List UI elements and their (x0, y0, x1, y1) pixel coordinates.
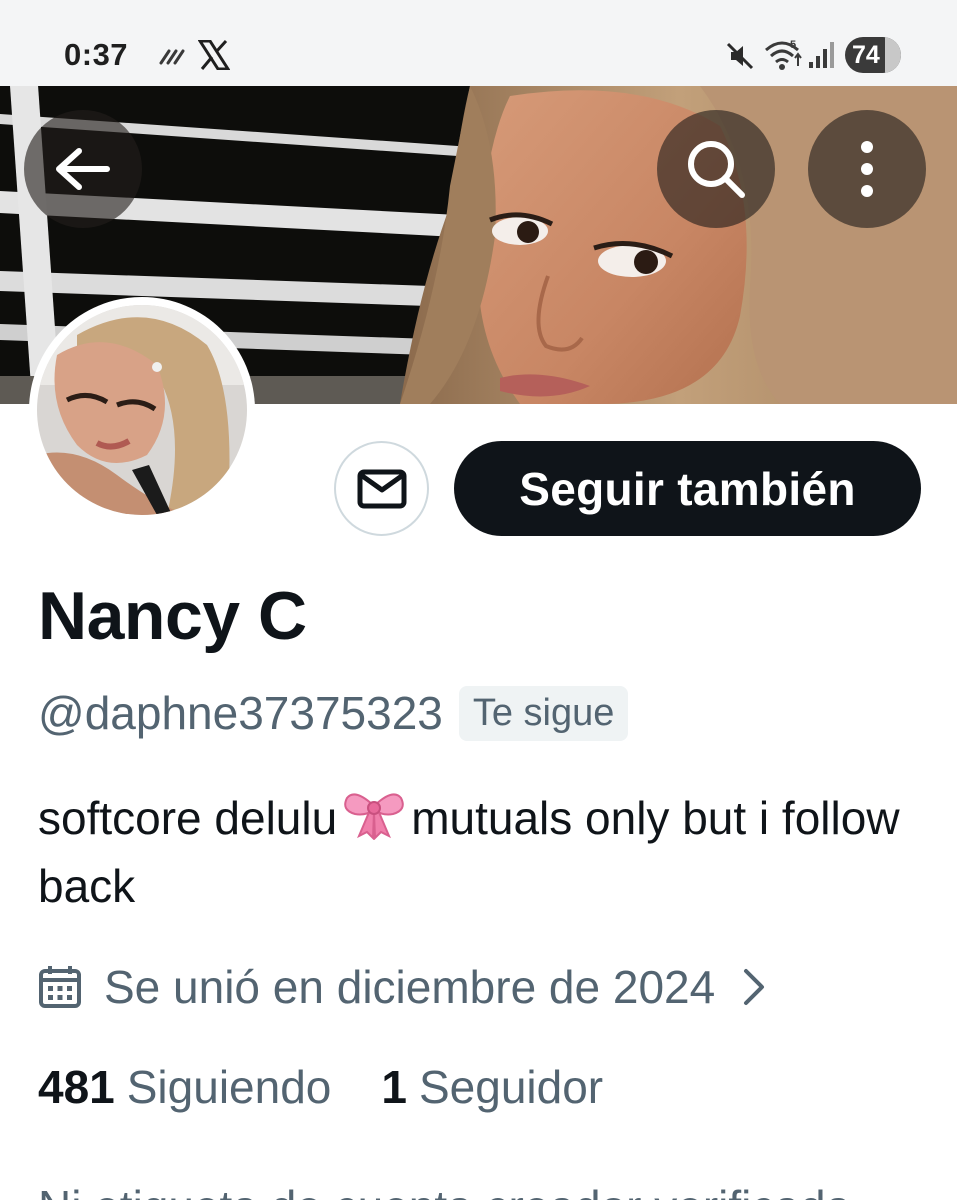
joined-date-row[interactable]: Se unió en diciembre de 2024 (38, 952, 765, 1022)
avatar-image (37, 305, 247, 515)
bio-text-part-1: softcore delulu (38, 792, 338, 844)
following-count: 481 (38, 1061, 115, 1113)
chevron-right-icon (744, 969, 765, 1005)
back-button[interactable] (24, 110, 142, 228)
arrow-left-icon (56, 148, 110, 190)
svg-text:5: 5 (790, 39, 796, 51)
joined-date: Se unió en diciembre de 2024 (104, 961, 716, 1013)
display-name: Nancy C (38, 578, 307, 654)
calendar-icon (39, 966, 81, 1008)
battery-level: 74 (852, 41, 880, 69)
status-bar: 0:37 5 74 (0, 0, 957, 86)
username-handle: @daphne37375323 (38, 687, 443, 739)
battery-icon: 74 (845, 37, 901, 73)
x-logo-icon (198, 40, 230, 70)
cut-off-text: Ni etiqueta de cuenta creador verificada (38, 1180, 851, 1200)
envelope-icon (357, 469, 406, 508)
follow-back-button[interactable]: Seguir también (454, 441, 921, 536)
search-icon (688, 141, 745, 198)
profile-bio: softcore delulu mutuals only but i follo… (38, 784, 928, 920)
signal-icon (809, 42, 834, 68)
status-time: 0:37 (64, 37, 129, 72)
follows-you-badge: Te sigue (458, 685, 629, 741)
following-label: Siguiendo (126, 1061, 332, 1113)
message-button[interactable] (334, 441, 429, 536)
followers-stat[interactable]: 1 Seguidor (381, 1060, 603, 1114)
more-vertical-icon (861, 141, 873, 197)
followers-label: Seguidor (418, 1061, 604, 1113)
wifi-icon: 5 (765, 39, 802, 70)
follow-stats: 481 Siguiendo 1 Seguidor (38, 1054, 603, 1120)
ribbon-bow-emoji (344, 793, 404, 840)
following-stat[interactable]: 481 Siguiendo (38, 1060, 331, 1114)
handle-row: @daphne37375323 Te sigue (38, 683, 629, 743)
followers-count: 1 (381, 1061, 407, 1113)
mute-icon (726, 42, 754, 70)
avatar[interactable] (29, 297, 255, 523)
voicemail-icon (159, 49, 185, 65)
search-button[interactable] (657, 110, 775, 228)
more-options-button[interactable] (808, 110, 926, 228)
